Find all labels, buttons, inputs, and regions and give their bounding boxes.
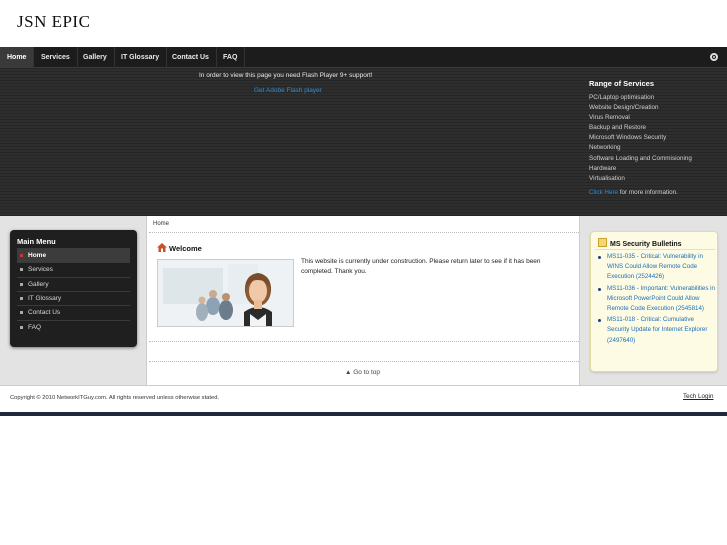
copyright-text: Copyright © 2010 NetworkITGuy.com. All r… (10, 395, 220, 401)
menu-item-label: FAQ (28, 324, 42, 331)
service-item: Virtualisation (589, 174, 625, 182)
nav-item-services[interactable]: Services (34, 47, 78, 68)
menu-item-it-glossary[interactable]: IT Glossary (17, 291, 130, 305)
go-to-top-link[interactable]: ▲ Go to top (345, 369, 380, 376)
divider (595, 249, 715, 250)
service-item: PC/Laptop optimisation (589, 94, 655, 101)
service-item: Microsoft Windows Security (589, 134, 667, 142)
more-info-text: for more information. (618, 188, 678, 196)
page-title-text: Welcome (169, 244, 202, 253)
menu-item-label: Gallery (28, 281, 49, 288)
bulletin-item[interactable]: MS11-018 - Critical: Cumulative Security… (597, 315, 715, 346)
service-item: Virus Removal (589, 114, 630, 122)
bullet-icon (598, 287, 601, 291)
nav-item-it-glossary[interactable]: IT Glossary (114, 47, 168, 68)
content-area: Home Welcome This website is currently u… (146, 216, 580, 385)
main-menu-title: Main Menu (17, 237, 56, 246)
site-logo[interactable]: JSN EPIC (17, 12, 90, 32)
service-item: Networking (589, 144, 621, 152)
click-here-link[interactable]: Click Here (589, 189, 618, 196)
site-footer: Copyright © 2010 NetworkITGuy.com. All r… (0, 385, 727, 412)
bullet-icon (20, 311, 23, 314)
nav-item-contact-us[interactable]: Contact Us (165, 47, 217, 68)
bulletin-title-text: MS Security Bulletins (610, 241, 682, 248)
main-menu: Main Menu Home Services Gallery IT Gloss… (10, 230, 137, 347)
bulletin-link[interactable]: MS11-036 - Important: Vulnerabilities in… (607, 285, 715, 312)
bulletin-item[interactable]: MS11-035 - Critical: Vulnerability in WI… (597, 252, 715, 283)
bullet-icon (20, 326, 23, 329)
bullet-icon (598, 319, 601, 323)
menu-item-label: Home (28, 252, 47, 259)
bulletin-link[interactable]: MS11-018 - Critical: Cumulative Security… (607, 316, 707, 343)
more-info-line: Click Here for more information. (589, 189, 719, 196)
page-title: Welcome (157, 242, 202, 253)
divider (149, 361, 579, 362)
menu-item-contact-us[interactable]: Contact Us (17, 305, 130, 319)
menu-item-home[interactable]: Home (17, 248, 130, 262)
menu-item-services[interactable]: Services (17, 262, 130, 276)
service-item: Website Design/Creation (589, 104, 659, 112)
top-navigation: Home Services Gallery IT Glossary Contac… (0, 47, 727, 68)
bullet-icon (20, 254, 23, 257)
bottom-bar (0, 412, 727, 416)
bullet-icon (598, 256, 601, 259)
menu-item-label: Services (28, 266, 53, 273)
nav-item-gallery[interactable]: Gallery (76, 47, 115, 68)
flash-required-message: In order to view this page you need Flas… (199, 72, 373, 79)
bulletin-item[interactable]: MS11-036 - Important: Vulnerabilities in… (597, 284, 715, 315)
ms-security-bulletins: MS Security Bulletins MS11-035 - Critica… (590, 231, 718, 372)
tech-login-link[interactable]: Tech Login (683, 393, 713, 400)
divider (149, 232, 579, 233)
bullet-icon (20, 283, 23, 286)
menu-item-label: IT Glossary (28, 295, 62, 302)
flash-banner: In order to view this page you need Flas… (0, 68, 727, 216)
site-header: JSN EPIC (0, 0, 727, 47)
menu-item-faq[interactable]: FAQ (17, 320, 130, 334)
bulletin-list: MS11-035 - Critical: Vulnerability in WI… (597, 252, 715, 347)
service-item: Software Loading and Commisioning (589, 154, 692, 162)
bulletin-title: MS Security Bulletins (598, 237, 682, 248)
menu-item-gallery[interactable]: Gallery (17, 277, 130, 291)
welcome-photo (157, 259, 294, 327)
gear-icon[interactable] (709, 52, 719, 62)
nav-item-home[interactable]: Home (0, 47, 35, 68)
note-icon (598, 238, 607, 247)
bulletin-link[interactable]: MS11-035 - Critical: Vulnerability in WI… (607, 253, 703, 280)
go-to-top-label: Go to top (353, 369, 380, 376)
bullet-icon (20, 297, 23, 300)
home-icon (157, 243, 167, 252)
bullet-icon (20, 268, 23, 271)
menu-item-label: Contact Us (28, 309, 61, 316)
divider (149, 341, 579, 342)
breadcrumb[interactable]: Home (153, 221, 169, 227)
range-of-services: Range of Services PC/Laptop optimisation… (589, 79, 719, 196)
nav-item-faq[interactable]: FAQ (216, 47, 246, 68)
services-title: Range of Services (589, 79, 655, 88)
welcome-text: This website is currently under construc… (301, 258, 541, 275)
service-item: Hardware (589, 164, 617, 172)
get-flash-link[interactable]: Get Adobe Flash player (254, 87, 322, 94)
service-item: Backup and Restore (589, 124, 647, 132)
arrow-up-icon: ▲ (345, 369, 354, 376)
